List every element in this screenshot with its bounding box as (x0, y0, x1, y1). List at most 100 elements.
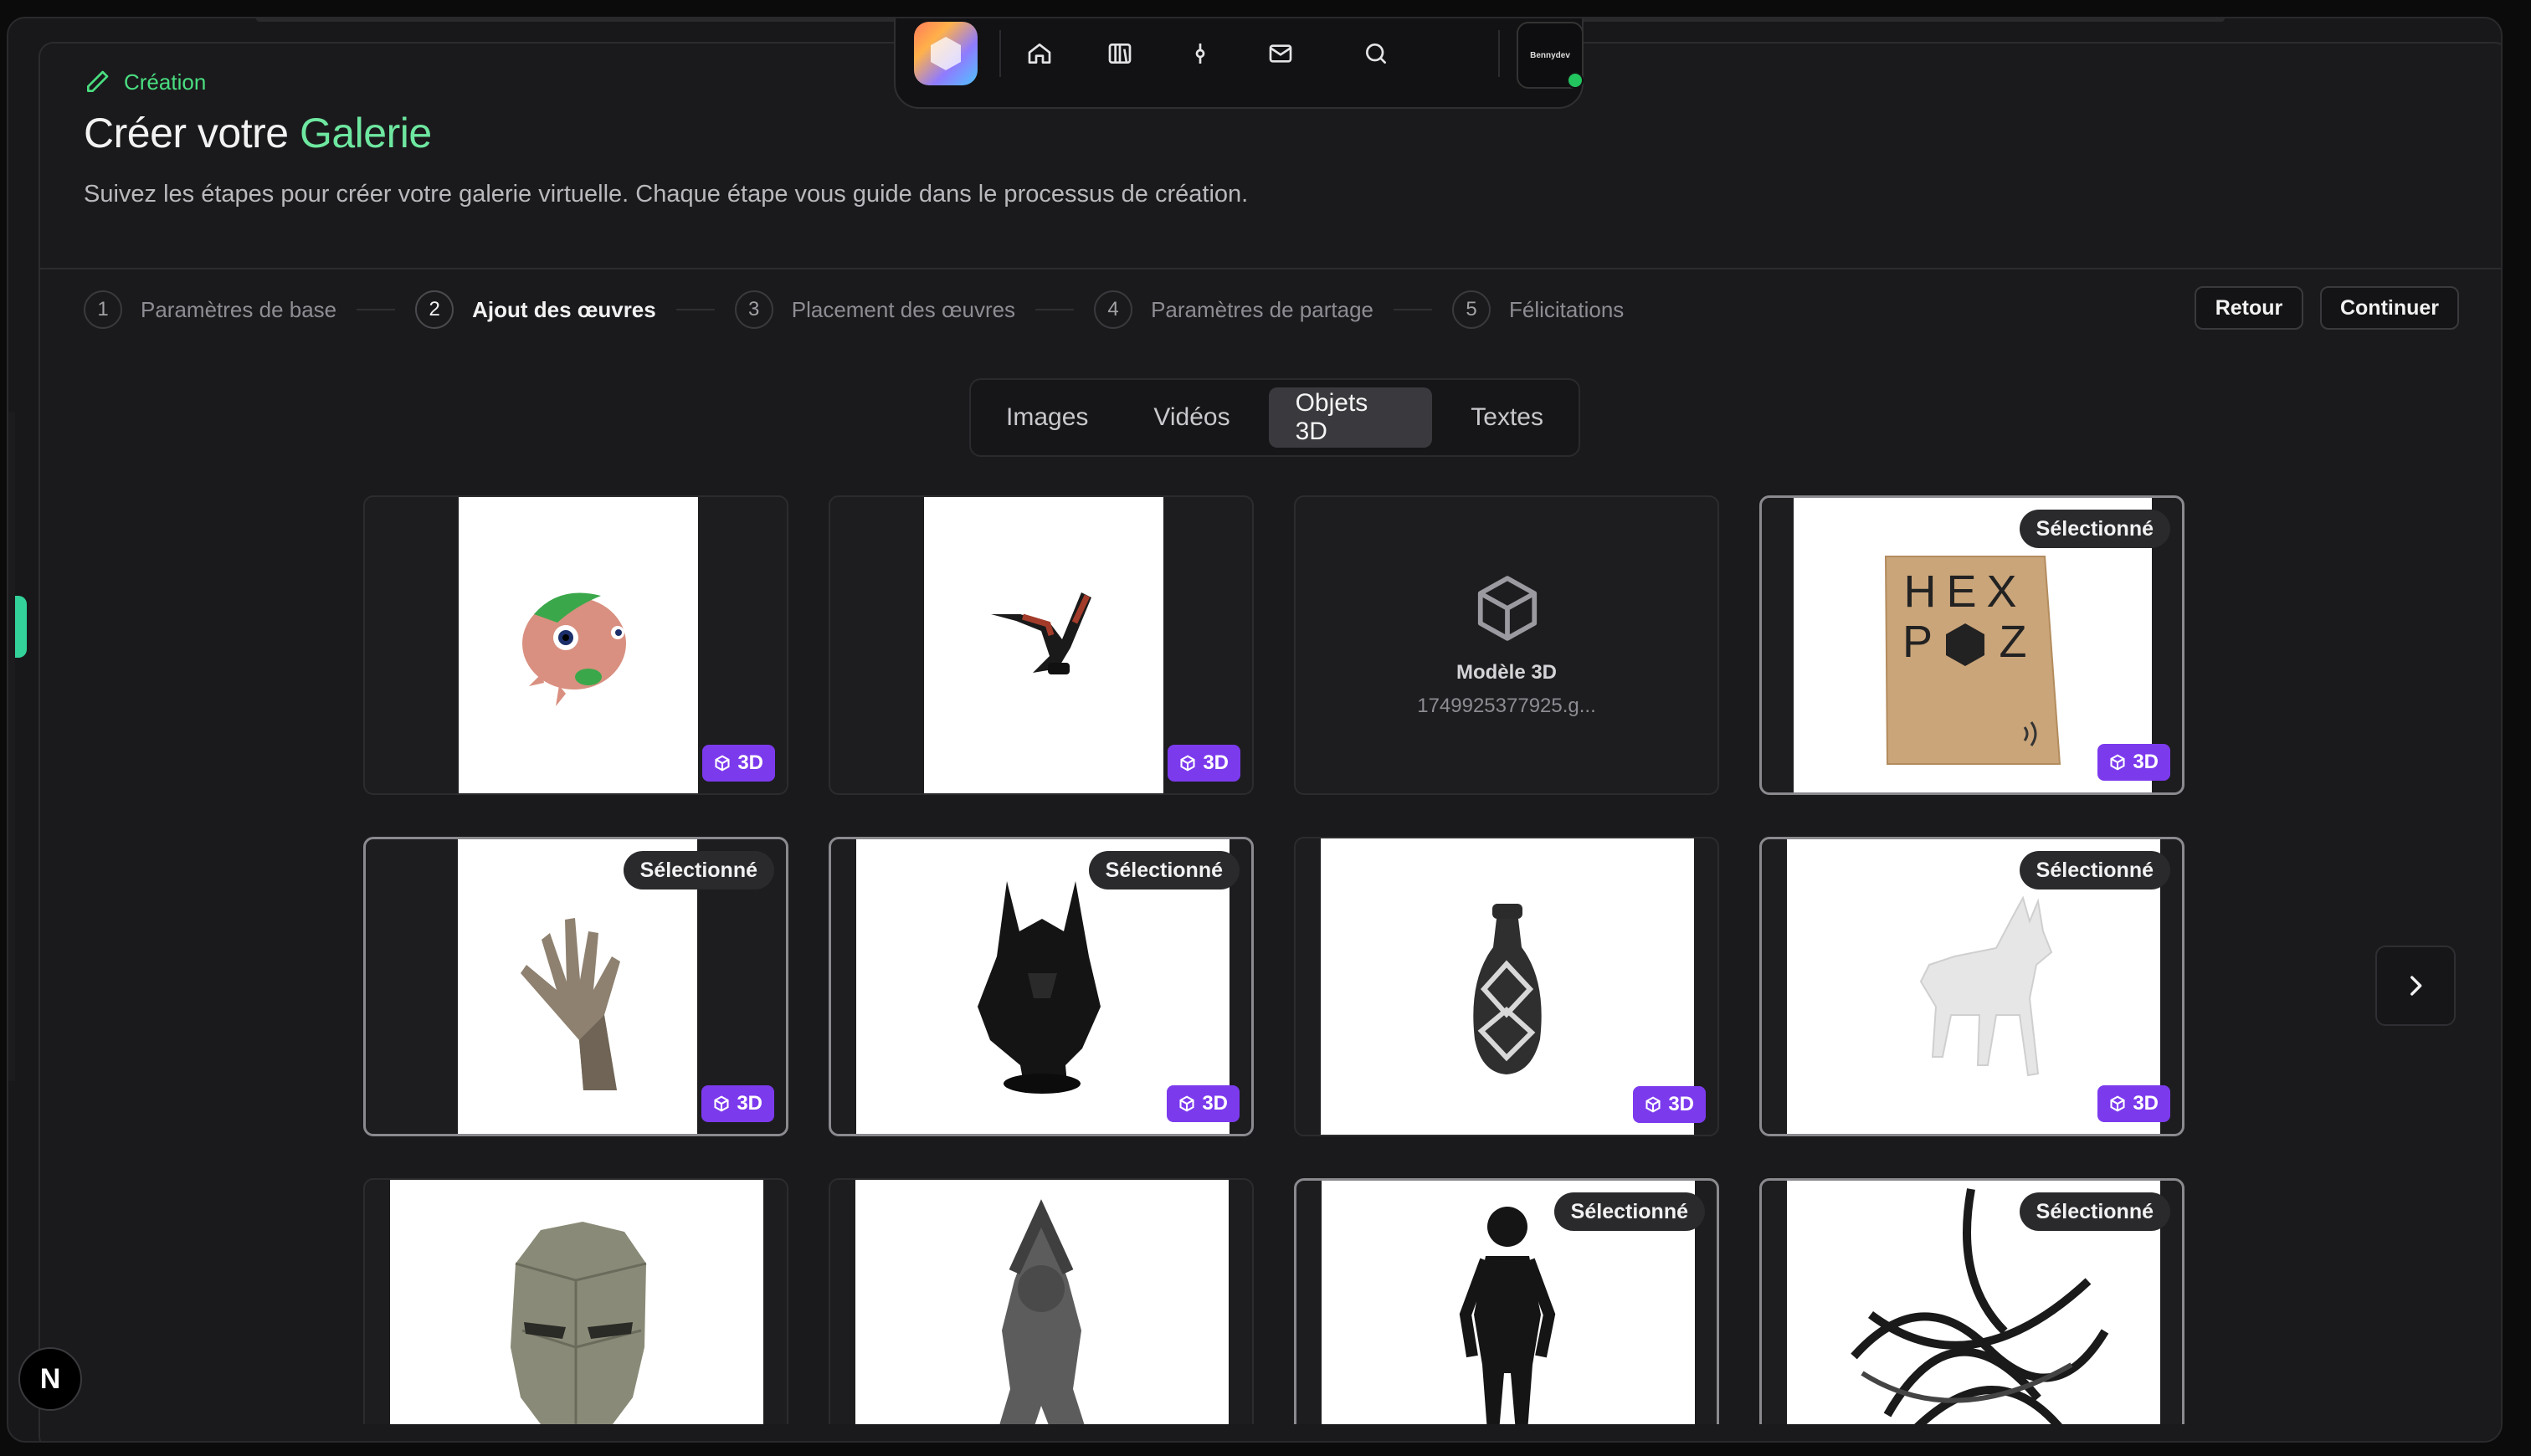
step-label: Paramètres de partage (1151, 296, 1373, 322)
step-3[interactable]: 3 Placement des œuvres (734, 290, 1016, 329)
artwork-thumbnail (855, 1180, 1229, 1441)
artwork-thumbnail (459, 497, 698, 793)
artwork-card[interactable]: 3D (363, 495, 788, 795)
step-connector (1394, 309, 1432, 310)
selected-badge: Sélectionné (1088, 851, 1240, 889)
cube-icon (1179, 1095, 1194, 1112)
3d-badge: 3D (702, 745, 775, 782)
3d-badge: 3D (1167, 1085, 1240, 1122)
nextjs-dev-indicator[interactable]: N (18, 1347, 82, 1411)
page-title-prefix: Créer votre (84, 110, 300, 156)
3d-badge: 3D (701, 1085, 774, 1122)
pink-creature-image (522, 592, 626, 706)
step-number: 1 (84, 290, 122, 329)
step-number: 2 (415, 290, 454, 329)
artwork-thumbnail (924, 497, 1163, 793)
artwork-card[interactable]: 3D (1294, 837, 1719, 1136)
3d-badge: 3D (2097, 744, 2170, 781)
top-navigation: Bennydev (894, 18, 1584, 109)
artwork-thumbnail (390, 1180, 763, 1441)
placeholder-title: Modèle 3D (1455, 661, 1558, 684)
robot-arm-image (991, 592, 1091, 674)
selected-badge: Sélectionné (1553, 1192, 1705, 1231)
artwork-card[interactable]: HEX P Z Sélectionné 3D (1759, 495, 2184, 795)
step-label: Paramètres de base (141, 296, 337, 322)
step-2[interactable]: 2 Ajout des œuvres (415, 290, 656, 329)
tab-texts[interactable]: Textes (1444, 387, 1570, 448)
low-poly-mask-image (511, 1222, 647, 1441)
search-icon[interactable] (1358, 35, 1394, 72)
step-number: 5 (1452, 290, 1491, 329)
media-type-tabs: Images Vidéos Objets 3D Textes (969, 378, 1580, 457)
side-panel-handle[interactable] (15, 596, 27, 658)
step-1[interactable]: 1 Paramètres de base (84, 290, 336, 329)
creation-panel: Création Créer votre Galerie Suivez les … (39, 42, 2501, 1441)
step-number: 3 (734, 290, 773, 329)
cube-icon (2110, 1095, 2125, 1112)
hexpoz-p: P (1902, 617, 1933, 667)
tab-videos[interactable]: Vidéos (1127, 387, 1256, 448)
cube-icon (714, 1095, 729, 1112)
cube-icon (715, 755, 730, 772)
cube-icon (1477, 576, 1538, 641)
3d-badge: 3D (2097, 1085, 2170, 1122)
artwork-card[interactable]: Sélectionné 3D (1759, 837, 2184, 1136)
page-title: Créer votre Galerie (84, 109, 432, 157)
artwork-card[interactable] (829, 1178, 1254, 1441)
step-connector (675, 309, 715, 310)
placeholder-filename: 1749925377925.g... (1417, 695, 1596, 717)
3d-badge-label: 3D (2133, 751, 2159, 773)
tab-3d-objects[interactable]: Objets 3D (1268, 387, 1433, 448)
artwork-card[interactable]: Sélectionné 3D (829, 837, 1254, 1136)
3d-badge-label: 3D (737, 751, 763, 774)
artwork-card[interactable]: 3D (829, 495, 1254, 795)
stepper: 1 Paramètres de base 2 Ajout des œuvres 3P… (84, 288, 1624, 331)
nav-divider (1498, 30, 1500, 77)
3d-badge-label: 3D (1203, 751, 1229, 774)
pencil-icon (87, 70, 109, 92)
avatar[interactable]: Bennydev (1517, 22, 1584, 89)
3d-badge: 3D (1633, 1086, 1706, 1123)
step-connector (1035, 309, 1075, 310)
nav-divider (999, 30, 1001, 77)
side-rail (8, 412, 15, 1081)
artwork-card[interactable] (363, 1178, 788, 1441)
selected-badge: Sélectionné (623, 851, 774, 889)
selected-badge: Sélectionné (2019, 510, 2170, 548)
online-status-dot (1567, 72, 1584, 89)
back-button[interactable]: Retour (2195, 286, 2303, 330)
mail-icon[interactable] (1262, 35, 1299, 72)
3d-badge-label: 3D (1668, 1093, 1694, 1115)
continue-button[interactable]: Continuer (2320, 286, 2459, 330)
selected-badge: Sélectionné (2019, 1192, 2170, 1231)
page-title-accent: Galerie (299, 110, 432, 156)
3d-badge: 3D (1168, 745, 1240, 782)
panel-bottom-edge (40, 1424, 2501, 1441)
app-window: Création Créer votre Galerie Suivez les … (7, 17, 2503, 1443)
next-page-button[interactable] (2375, 946, 2456, 1026)
selected-badge: Sélectionné (2019, 851, 2170, 889)
step-label: Ajout des œuvres (472, 296, 656, 322)
step-connector (357, 309, 396, 310)
next-logo-letter: N (39, 1362, 61, 1395)
step-5[interactable]: 5 Félicitations (1452, 290, 1624, 329)
artwork-card[interactable]: Sélectionné (1759, 1178, 2184, 1441)
3d-badge-label: 3D (737, 1092, 762, 1115)
artwork-card[interactable]: Sélectionné (1294, 1178, 1719, 1441)
gorilla-statue-image (998, 1199, 1086, 1436)
tab-images[interactable]: Images (979, 387, 1115, 448)
breadcrumb: Création (84, 69, 206, 95)
hexpoz-z: Z (2000, 617, 2027, 667)
page-description: Suivez les étapes pour créer votre galer… (84, 181, 1249, 208)
cube-icon (1180, 755, 1195, 772)
home-icon[interactable] (1021, 35, 1058, 72)
artwork-card[interactable]: Sélectionné 3D (363, 837, 788, 1136)
app-logo[interactable] (914, 22, 978, 85)
artwork-card[interactable]: Modèle 3D 1749925377925.g... (1294, 495, 1719, 795)
hexpoz-line1: HEX (1903, 567, 2026, 617)
library-icon[interactable] (1101, 35, 1138, 72)
step-label: Placement des œuvres (791, 296, 1016, 322)
commit-icon[interactable] (1182, 35, 1219, 72)
step-4[interactable]: 4 Paramètres de partage (1094, 290, 1373, 329)
3d-badge-label: 3D (1202, 1092, 1228, 1115)
